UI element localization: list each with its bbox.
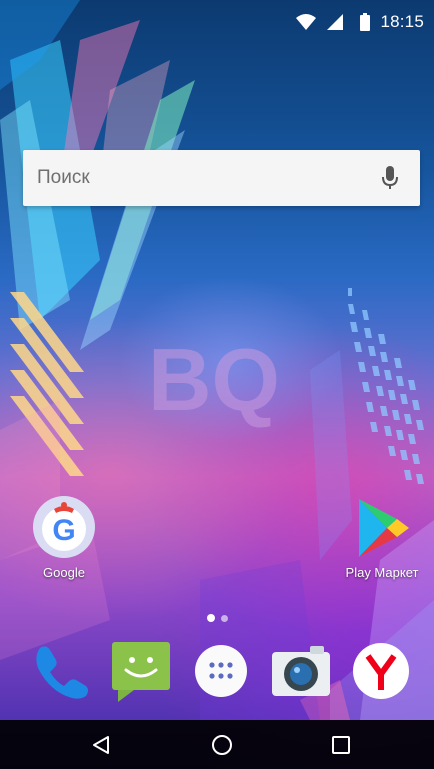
dock-phone-app[interactable] [30,640,92,702]
dock-camera-app[interactable] [270,640,332,702]
back-icon [93,736,109,754]
battery-icon [360,13,371,31]
phone-icon [36,646,88,699]
camera-icon [272,646,330,696]
home-icon [212,735,232,755]
home-screen: BQ 18:15 Поиск G Google Play Маркет [0,0,434,769]
play-store-icon [359,499,409,557]
play-store-app-label: Play Маркет [345,565,419,580]
svg-text:G: G [52,514,75,547]
messaging-icon [112,642,170,702]
status-time: 18:15 [380,12,424,31]
app-drawer-icon [195,645,247,697]
microphone-icon[interactable] [370,150,410,206]
yandex-icon [353,643,409,699]
page-dot-active [207,614,215,622]
cellular-signal-icon [327,13,344,30]
home-button[interactable] [199,728,245,762]
google-app[interactable]: G Google [28,495,100,580]
dock-yandex-app[interactable] [350,640,412,702]
recents-icon [332,736,350,754]
dock-app-drawer[interactable] [190,640,252,702]
navigation-bar [0,720,434,769]
back-button[interactable] [78,728,124,762]
google-icon: G [33,496,95,558]
page-dot [221,614,228,622]
page-indicator [207,614,228,622]
search-input[interactable]: Поиск [37,167,370,189]
wifi-icon [296,14,317,30]
play-store-app[interactable]: Play Маркет [332,497,432,580]
status-bar: 18:15 [0,0,434,44]
recents-button[interactable] [318,728,364,762]
dock-messaging-app[interactable] [110,640,172,702]
bq-logo: BQ [148,330,280,429]
google-app-label: Google [43,565,85,580]
search-bar[interactable]: Поиск [23,150,420,206]
